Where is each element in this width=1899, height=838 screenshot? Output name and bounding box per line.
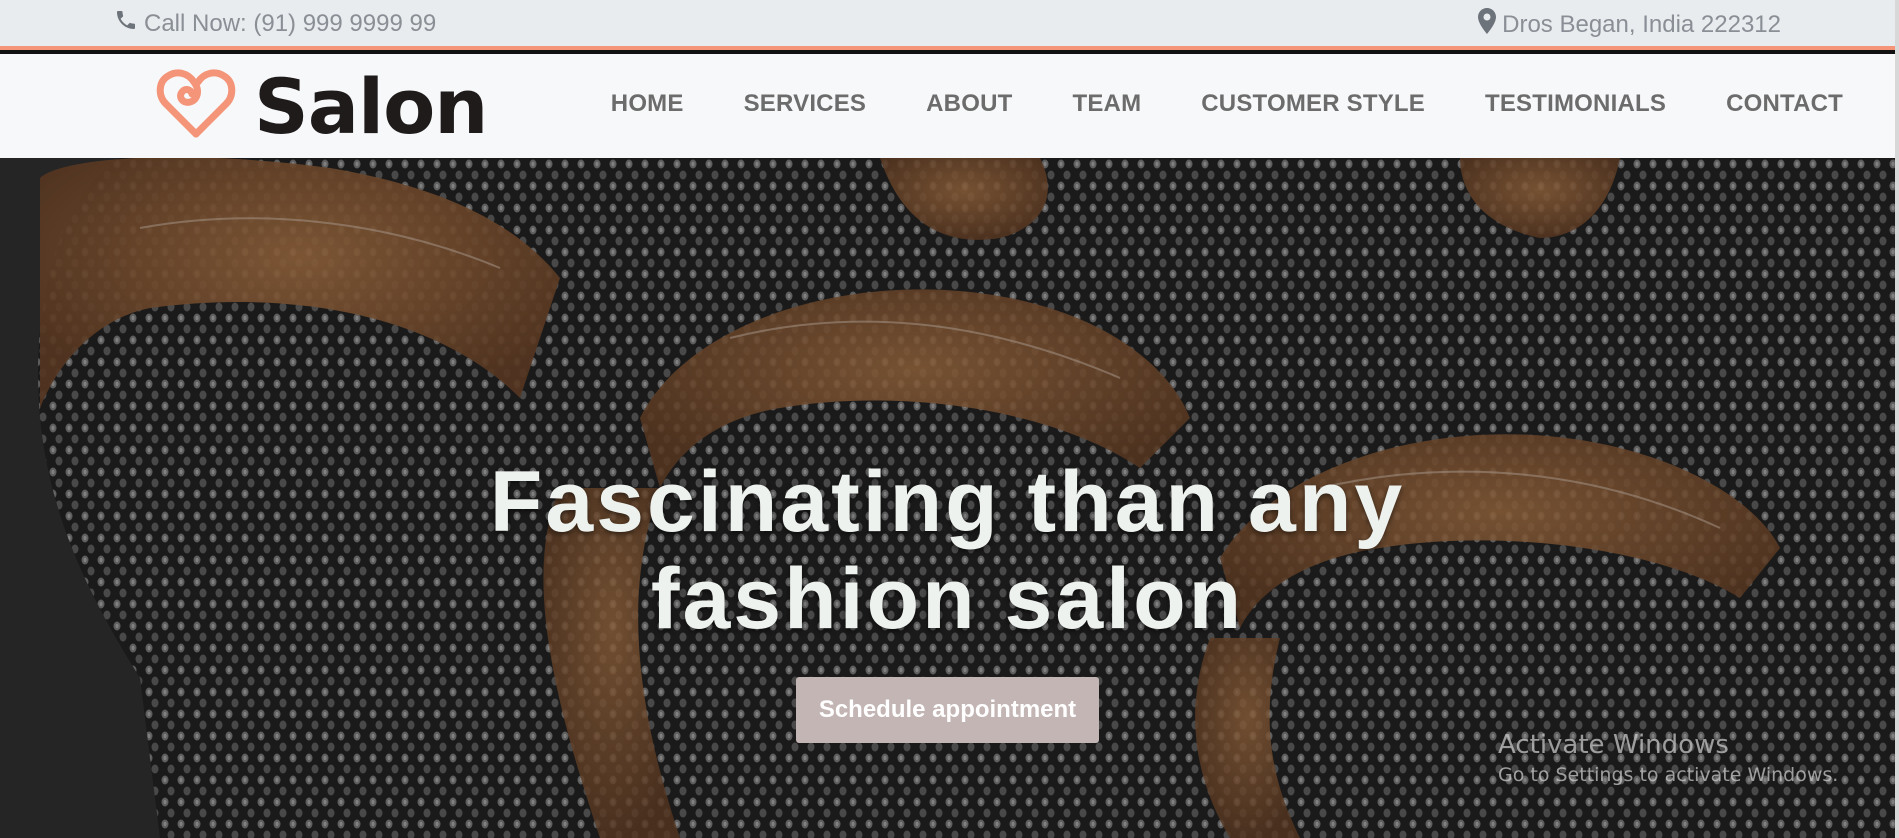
brand-logo[interactable]: Salon (156, 61, 488, 151)
hero-section: Fascinating than any fashion salon Sched… (0, 158, 1895, 838)
top-info-bar: Call Now: (91) 999 9999 99 Dros Began, I… (0, 0, 1899, 50)
hero-headline-line2: fashion salon (650, 551, 1245, 647)
schedule-appointment-button[interactable]: Schedule appointment (796, 677, 1099, 743)
phone-contact[interactable]: Call Now: (91) 999 9999 99 (114, 8, 436, 39)
hero-headline: Fascinating than any fashion salon (0, 454, 1895, 648)
hero-headline-line1: Fascinating than any (489, 454, 1406, 550)
nav-about[interactable]: ABOUT (926, 90, 1012, 118)
main-navbar: Salon HOME SERVICES ABOUT TEAM CUSTOMER … (0, 54, 1899, 158)
nav-customer-style[interactable]: CUSTOMER STYLE (1201, 90, 1425, 118)
address-contact: Dros Began, India 222312 (1478, 8, 1781, 41)
nav-testimonials[interactable]: TESTIMONIALS (1485, 90, 1666, 118)
address-text: Dros Began, India 222312 (1502, 10, 1781, 38)
phone-text: Call Now: (91) 999 9999 99 (144, 9, 437, 37)
watermark-title: Activate Windows (1498, 730, 1729, 760)
watermark-subtitle: Go to Settings to activate Windows. (1498, 764, 1839, 786)
page-scrollbar[interactable] (1895, 0, 1899, 838)
primary-nav: HOME SERVICES ABOUT TEAM CUSTOMER STYLE … (611, 90, 1843, 118)
brand-name: Salon (254, 61, 488, 151)
phone-icon (114, 8, 138, 39)
heart-logo-icon (156, 68, 236, 145)
map-pin-icon (1478, 8, 1497, 41)
nav-home[interactable]: HOME (611, 90, 684, 118)
activate-windows-watermark: Activate Windows Go to Settings to activ… (1498, 730, 1838, 786)
nav-contact[interactable]: CONTACT (1726, 90, 1843, 118)
nav-team[interactable]: TEAM (1072, 90, 1141, 118)
nav-services[interactable]: SERVICES (744, 90, 867, 118)
